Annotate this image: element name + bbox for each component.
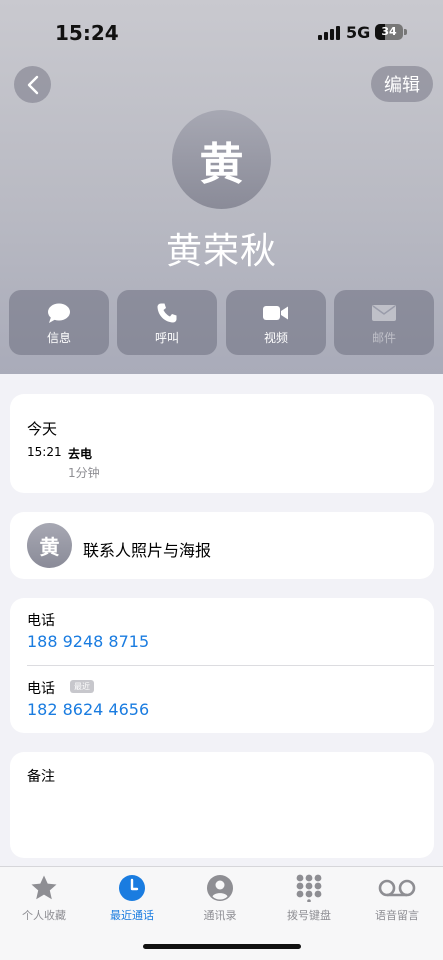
phone-number[interactable]: 182 8624 4656 (27, 700, 149, 719)
notes-label: 备注 (27, 769, 55, 785)
poster-avatar: 黄 (27, 523, 72, 568)
poster-label: 联系人照片与海报 (83, 541, 212, 560)
keypad-icon (296, 874, 322, 902)
phone-label: 电话 (27, 613, 55, 629)
video-icon (263, 306, 288, 320)
message-icon (48, 303, 70, 323)
back-button[interactable] (14, 66, 51, 103)
phone-icon (157, 303, 177, 323)
tab-label: 语音留言 (375, 909, 419, 922)
tab-voicemail[interactable]: 语音留言 (353, 873, 441, 929)
call-time: 15:21 (27, 445, 62, 459)
contact-name: 黄荣秋 (165, 231, 277, 272)
tab-recents[interactable]: 最近通话 (88, 873, 176, 929)
status-bar: 15:24 5G 34 (0, 0, 443, 60)
call-type: 去电 (68, 447, 93, 461)
tab-label: 个人收藏 (22, 909, 66, 922)
call-label: 呼叫 (154, 331, 179, 345)
chevron-left-icon (27, 75, 38, 94)
battery-icon: 34 (375, 24, 403, 40)
status-time: 15:24 (55, 21, 119, 45)
tab-label: 通讯录 (203, 909, 237, 922)
home-indicator[interactable] (143, 944, 301, 949)
recent-calls-card: 今天 15:21 去电 1分钟 (10, 394, 434, 493)
mail-button[interactable]: 邮件 (334, 290, 434, 355)
message-label: 信息 (46, 331, 71, 345)
voicemail-icon (378, 879, 416, 897)
video-button[interactable]: 视频 (226, 290, 326, 355)
recent-calls-heading: 今天 (27, 420, 58, 438)
message-button[interactable]: 信息 (9, 290, 109, 355)
clock-icon (119, 875, 145, 901)
tab-favorites[interactable]: 个人收藏 (0, 873, 88, 929)
contact-header: 15:24 5G 34 编辑 黄 黄荣秋 信息 呼叫 视频 邮件 (0, 0, 443, 374)
battery-level: 34 (381, 25, 397, 38)
phone-label: 电话 (27, 681, 55, 697)
phone-number[interactable]: 188 9248 8715 (27, 632, 149, 651)
person-icon (207, 875, 233, 901)
network-label: 5G (346, 23, 371, 42)
tab-keypad[interactable]: 拨号键盘 (265, 873, 353, 929)
edit-button[interactable]: 编辑 (371, 66, 433, 102)
mail-icon (372, 305, 396, 321)
tab-contacts[interactable]: 通讯录 (176, 873, 264, 929)
tab-label: 拨号键盘 (287, 909, 331, 922)
battery-tip (404, 29, 407, 35)
video-label: 视频 (263, 331, 288, 345)
recent-badge: 最近 (70, 680, 94, 693)
tab-label: 最近通话 (110, 909, 154, 922)
notes-card[interactable]: 备注 (10, 752, 434, 858)
call-duration: 1分钟 (68, 466, 100, 480)
contact-poster-card[interactable]: 黄 联系人照片与海报 (10, 512, 434, 579)
star-icon (31, 875, 57, 900)
phones-card: 电话 188 9248 8715 电话 最近 182 8624 4656 (10, 598, 434, 733)
mail-label: 邮件 (371, 331, 396, 345)
contact-avatar[interactable]: 黄 (172, 110, 271, 209)
call-button[interactable]: 呼叫 (117, 290, 217, 355)
signal-icon (318, 26, 340, 40)
divider (27, 665, 434, 666)
